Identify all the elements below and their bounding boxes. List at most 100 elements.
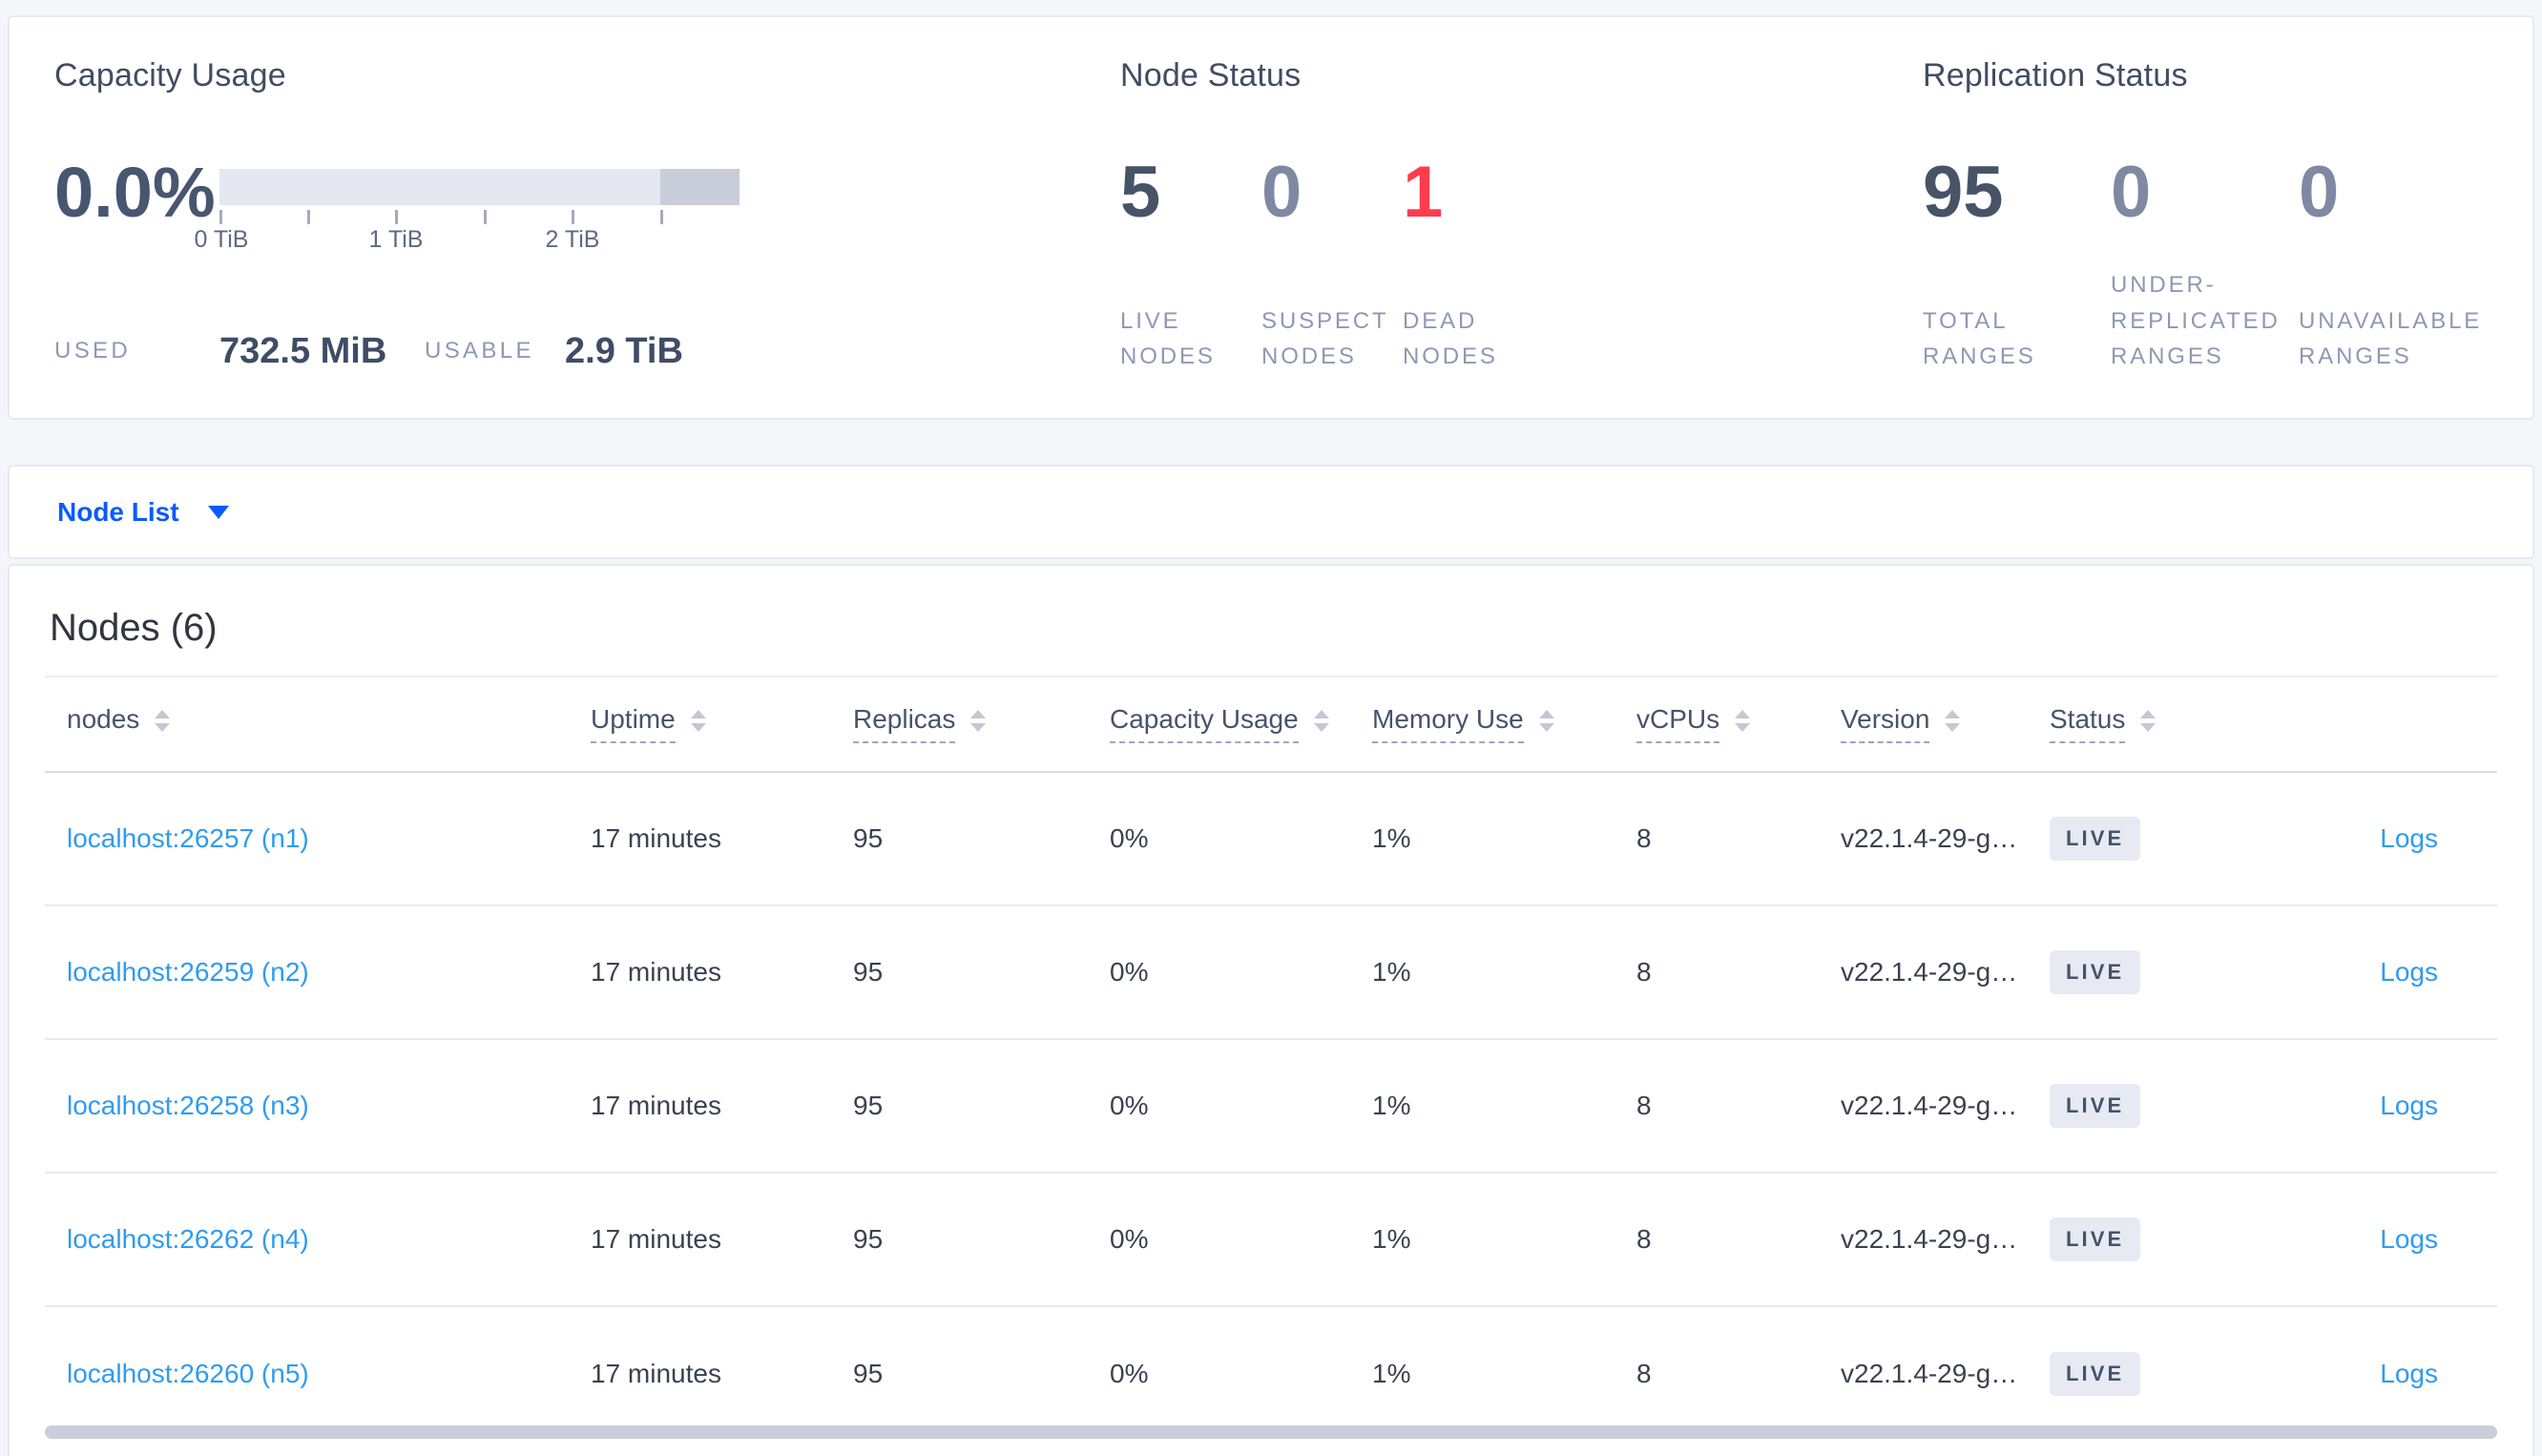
- vcpus-cell: 8: [1636, 957, 1652, 987]
- node-status-title: Node Status: [1120, 57, 1302, 94]
- sort-icon[interactable]: [1313, 710, 1329, 733]
- memory-use-cell: 1%: [1372, 957, 1411, 987]
- status-badge: LIVE: [2050, 1217, 2141, 1262]
- sort-icon[interactable]: [2140, 710, 2157, 733]
- table-row: localhost:26262 (n4) 17 minutes 95 0% 1%…: [45, 1174, 2497, 1307]
- logs-link[interactable]: Logs: [2380, 823, 2438, 853]
- replicas-cell: 95: [853, 1224, 884, 1254]
- replicas-cell: 95: [853, 957, 884, 987]
- next-row-cutoff-band: [45, 1425, 2497, 1439]
- replication-metric: 95 TOTAL RANGES: [1923, 156, 2111, 374]
- vcpus-cell: 8: [1636, 1224, 1652, 1254]
- replication-metric: 0 UNAVAILABLE RANGES: [2299, 156, 2487, 374]
- vcpus-cell: 8: [1636, 1359, 1652, 1388]
- capacity-axis-labels: 0 TiB 1 TiB 2 TiB: [195, 226, 740, 257]
- memory-use-cell: 1%: [1372, 1224, 1411, 1254]
- logs-link[interactable]: Logs: [2380, 957, 2438, 987]
- node-link[interactable]: localhost:26262 (n4): [67, 1224, 309, 1254]
- uptime-cell: 17 minutes: [591, 823, 721, 853]
- metric-value: 0: [2111, 152, 2152, 233]
- logs-link[interactable]: Logs: [2380, 1091, 2438, 1120]
- version-cell: v22.1.4-29-g…: [1841, 957, 2018, 987]
- metric-label: SUSPECT NODES: [1261, 307, 1389, 369]
- sort-icon[interactable]: [1538, 710, 1554, 733]
- sort-icon[interactable]: [155, 710, 171, 733]
- logs-link[interactable]: Logs: [2380, 1224, 2438, 1254]
- replication-status-metrics: 95 TOTAL RANGES 0 UNDER-REPLICATED RANGE…: [1923, 156, 2487, 374]
- capacity-bar: [219, 169, 740, 205]
- node-status-metrics: 5 LIVE NODES 0 SUSPECT NODES 1 DEAD NODE…: [1120, 156, 1544, 374]
- used-value: 732.5 MiB: [219, 331, 387, 371]
- replication-metric: 0 UNDER-REPLICATED RANGES: [2111, 156, 2299, 374]
- table-row: localhost:26258 (n3) 17 minutes 95 0% 1%…: [45, 1040, 2497, 1174]
- replicas-cell: 95: [853, 823, 884, 853]
- column-header[interactable]: Status: [2050, 704, 2298, 744]
- tick-label-1: 1 TiB: [368, 226, 424, 253]
- nodes-table-card: Nodes (6) nodes Uptime Replicas Capacity…: [8, 564, 2534, 1456]
- column-header-label: Version: [1841, 704, 1930, 744]
- node-link[interactable]: localhost:26259 (n2): [67, 957, 309, 987]
- vcpus-cell: 8: [1636, 1091, 1652, 1120]
- column-header[interactable]: Version: [1841, 704, 2050, 744]
- column-header-label: Memory Use: [1372, 704, 1524, 744]
- column-header-label: vCPUs: [1636, 704, 1720, 744]
- node-status-metric: 5 LIVE NODES: [1120, 156, 1261, 374]
- table-row: localhost:26260 (n5) 17 minutes 95 0% 1%…: [45, 1307, 2497, 1441]
- used-label: USED: [54, 338, 132, 364]
- uptime-cell: 17 minutes: [591, 957, 721, 987]
- memory-use-cell: 1%: [1372, 1359, 1411, 1388]
- version-cell: v22.1.4-29-g…: [1841, 1091, 2018, 1120]
- column-header[interactable]: vCPUs: [1636, 704, 1841, 744]
- version-cell: v22.1.4-29-g…: [1841, 1224, 2018, 1254]
- node-link[interactable]: localhost:26258 (n3): [67, 1091, 309, 1120]
- logs-link[interactable]: Logs: [2380, 1359, 2438, 1388]
- tick-label-0: 0 TiB: [194, 226, 249, 253]
- capacity-usage-cell: 0%: [1110, 1224, 1149, 1254]
- column-header[interactable]: nodes: [67, 703, 591, 744]
- status-badge: LIVE: [2050, 816, 2141, 862]
- version-cell: v22.1.4-29-g…: [1841, 1359, 2018, 1388]
- column-header[interactable]: Replicas: [853, 704, 1110, 744]
- memory-use-cell: 1%: [1372, 823, 1411, 853]
- uptime-cell: 17 minutes: [591, 1224, 721, 1254]
- node-status-metric: 0 SUSPECT NODES: [1261, 156, 1403, 374]
- capacity-percent: 0.0%: [54, 153, 216, 232]
- column-header[interactable]: Memory Use: [1372, 704, 1636, 744]
- cluster-summary-card: Capacity Usage 0.0% 0 TiB 1 TiB 2 TiB US…: [8, 15, 2534, 420]
- sort-icon[interactable]: [1945, 710, 1961, 733]
- view-selector-dropdown[interactable]: Node List: [57, 497, 179, 528]
- column-header-label: Uptime: [591, 704, 676, 744]
- sort-icon[interactable]: [690, 710, 706, 733]
- node-status-metric: 1 DEAD NODES: [1403, 156, 1544, 374]
- node-link[interactable]: localhost:26260 (n5): [67, 1359, 309, 1388]
- replicas-cell: 95: [853, 1091, 884, 1120]
- column-header[interactable]: Capacity Usage: [1110, 704, 1372, 744]
- metric-label: DEAD NODES: [1403, 307, 1498, 369]
- usable-value: 2.9 TiB: [565, 331, 683, 371]
- column-header-label: Capacity Usage: [1110, 704, 1299, 744]
- metric-value: 0: [1261, 152, 1302, 233]
- column-header[interactable]: Uptime: [591, 704, 853, 744]
- capacity-usage-title: Capacity Usage: [54, 57, 286, 94]
- status-badge: LIVE: [2050, 1351, 2141, 1397]
- sort-icon[interactable]: [970, 710, 987, 733]
- uptime-cell: 17 minutes: [591, 1091, 721, 1120]
- chevron-down-icon[interactable]: [207, 505, 229, 519]
- metric-value: 95: [1923, 152, 2004, 233]
- status-badge: LIVE: [2050, 1083, 2141, 1129]
- capacity-usage-cell: 0%: [1110, 1359, 1149, 1388]
- view-selector-bar: Node List: [8, 465, 2534, 559]
- column-header-label: Replicas: [853, 704, 956, 744]
- table-row: localhost:26257 (n1) 17 minutes 95 0% 1%…: [45, 773, 2497, 906]
- metric-label: LIVE NODES: [1120, 307, 1216, 369]
- memory-use-cell: 1%: [1372, 1091, 1411, 1120]
- tick-label-2: 2 TiB: [545, 226, 600, 253]
- capacity-usage-cell: 0%: [1110, 823, 1149, 853]
- version-cell: v22.1.4-29-g…: [1841, 823, 2018, 853]
- column-header-label: nodes: [67, 703, 140, 734]
- uptime-cell: 17 minutes: [591, 1359, 721, 1388]
- sort-icon[interactable]: [1735, 710, 1751, 733]
- metric-value: 1: [1403, 152, 1444, 233]
- metric-label: UNAVAILABLE RANGES: [2299, 307, 2483, 369]
- node-link[interactable]: localhost:26257 (n1): [67, 823, 309, 853]
